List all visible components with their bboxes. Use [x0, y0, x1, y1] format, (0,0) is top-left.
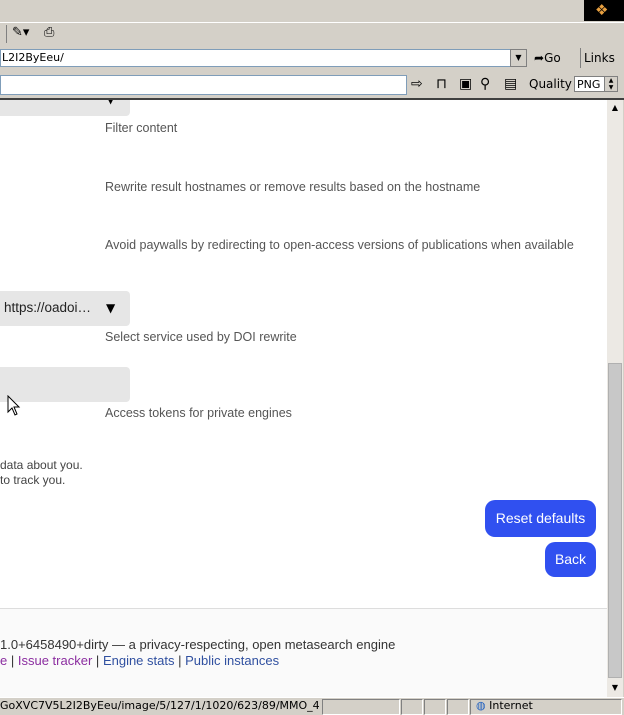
footer-links: e | Issue tracker | Engine stats | Publi…	[0, 653, 279, 668]
setting-description: Avoid paywalls by redirecting to open-ac…	[105, 238, 574, 252]
go-button[interactable]: ➦Go	[534, 48, 561, 68]
globe-icon: ◍	[476, 699, 486, 712]
public-instances-link[interactable]: Public instances	[185, 653, 279, 668]
spinner-icon[interactable]: ▲ ▼	[604, 77, 617, 91]
links-button[interactable]: Links »	[580, 48, 624, 85]
toolbar	[0, 22, 624, 48]
privacy-note-line: data about you.	[0, 458, 83, 472]
chevron-down-icon: ▼	[106, 301, 116, 315]
privacy-note-line: to track you.	[0, 473, 66, 487]
windows-logo-icon: ❖	[584, 0, 624, 21]
address-input[interactable]: L2I2ByEeu/	[0, 49, 511, 67]
select-value: https://oadoi…	[4, 300, 92, 315]
vertical-scrollbar[interactable]: ▲ ▼	[607, 100, 623, 697]
setting-description: Select service used by DOI rewrite	[105, 330, 297, 344]
doi-resolver-select[interactable]: https://oadoi… ▼	[0, 291, 130, 326]
issue-tracker-link[interactable]: Issue tracker	[18, 653, 92, 668]
footer-link-partial[interactable]: e	[0, 653, 7, 668]
zone-indicator: ◍ Internet	[476, 699, 533, 712]
setting-description: Rewrite result hostnames or remove resul…	[105, 180, 481, 194]
address-dropdown-button[interactable]: ▼	[510, 49, 527, 67]
page-content: ▼ Filter content Rewrite result hostname…	[0, 100, 607, 697]
status-bar: GoXVC7V5L2I2ByEeu/image/5/127/1/1020/623…	[0, 697, 624, 715]
edit-icon[interactable]: ✎▾	[12, 25, 29, 40]
filter-select[interactable]: ▼	[0, 100, 130, 116]
quality-value: PNG	[577, 78, 601, 91]
quality-label: Quality	[529, 77, 572, 91]
version-text: 1.0+6458490+dirty — a privacy-respecting…	[0, 637, 396, 652]
engine-stats-link[interactable]: Engine stats	[103, 653, 175, 668]
chevron-down-icon: ▼	[106, 100, 115, 106]
back-button[interactable]: Back	[545, 542, 596, 577]
scroll-thumb[interactable]	[608, 363, 622, 678]
mouse-cursor-icon	[7, 395, 21, 416]
footer: 1.0+6458490+dirty — a privacy-respecting…	[0, 608, 607, 697]
print-icon[interactable]: ⎙	[44, 25, 54, 40]
quality-select[interactable]: PNG ▲ ▼	[574, 76, 618, 92]
separator: |	[178, 653, 182, 668]
zone-label: Internet	[489, 699, 533, 712]
status-text: GoXVC7V5L2I2ByEeu/image/5/127/1/1020/623…	[0, 699, 320, 712]
separator: |	[10, 653, 15, 668]
title-bar	[0, 0, 624, 22]
toolbar-separator	[6, 25, 7, 43]
forward-arrow-icon[interactable]: ⇨	[411, 75, 423, 93]
scroll-up-icon[interactable]: ▲	[607, 100, 623, 116]
toolbar-input[interactable]	[0, 75, 407, 95]
separator: |	[95, 653, 100, 668]
clipboard-icon[interactable]: ▤	[504, 75, 517, 93]
links-label: Links	[584, 51, 615, 65]
go-label: Go	[544, 51, 561, 65]
bookmark-icon[interactable]: ⊓	[436, 75, 447, 93]
setting-description: Filter content	[105, 121, 178, 135]
capture-icon[interactable]: ▣	[459, 75, 472, 93]
scroll-down-icon[interactable]: ▼	[607, 680, 623, 696]
binoculars-icon[interactable]: ⚲	[480, 75, 490, 93]
setting-description: Access tokens for private engines	[105, 406, 292, 420]
reset-defaults-button[interactable]: Reset defaults	[485, 500, 596, 537]
go-arrow-icon: ➦	[534, 51, 545, 65]
